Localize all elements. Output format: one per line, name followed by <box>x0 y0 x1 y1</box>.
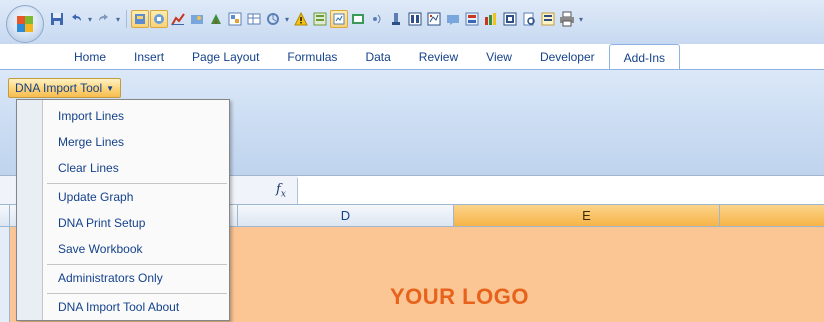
tool-7-dropdown-icon[interactable]: ▾ <box>283 15 291 24</box>
function-icon[interactable]: fx <box>276 182 286 200</box>
save-icon[interactable] <box>48 10 66 28</box>
tool-16-icon[interactable] <box>463 10 481 28</box>
menu-icon-gutter <box>17 100 43 320</box>
menu-item-administrators-only[interactable]: Administrators Only <box>44 266 228 291</box>
tool-12-icon[interactable] <box>387 10 405 28</box>
redo-icon[interactable] <box>95 10 113 28</box>
tool-5-icon[interactable] <box>226 10 244 28</box>
logo-placeholder: YOUR LOGO <box>390 284 529 309</box>
tab-developer[interactable]: Developer <box>526 44 609 70</box>
menu-separator <box>47 264 227 265</box>
menu-item-merge-lines[interactable]: Merge Lines <box>44 130 228 155</box>
customize-icon[interactable]: ▾ <box>577 15 585 24</box>
toolbar-separator <box>126 10 127 28</box>
tool-7-icon[interactable] <box>264 10 282 28</box>
select-all-corner[interactable] <box>0 205 10 226</box>
tab-review[interactable]: Review <box>405 44 472 70</box>
tab-add-ins[interactable]: Add-Ins <box>608 44 681 70</box>
dna-import-tool-button[interactable]: DNA Import Tool ▼ <box>8 78 122 98</box>
tool-4-icon[interactable] <box>207 10 225 28</box>
menu-item-import-lines[interactable]: Import Lines <box>44 104 228 129</box>
tool-13-icon[interactable] <box>406 10 424 28</box>
menu-item-save-workbook[interactable]: Save Workbook <box>44 237 228 262</box>
title-bar: ▾ ▾ ▾ ▾ <box>0 0 824 44</box>
column-header-f[interactable] <box>720 205 824 226</box>
tab-data[interactable]: Data <box>351 44 404 70</box>
undo-icon[interactable] <box>67 10 85 28</box>
tool-3-icon[interactable] <box>188 10 206 28</box>
office-logo-icon <box>17 16 33 32</box>
print-preview-icon[interactable] <box>520 10 538 28</box>
printer-icon[interactable] <box>558 10 576 28</box>
tool-17-icon[interactable] <box>482 10 500 28</box>
tool-15-icon[interactable] <box>444 10 462 28</box>
tool-10-icon[interactable] <box>349 10 367 28</box>
office-button[interactable] <box>6 5 44 43</box>
tab-formulas[interactable]: Formulas <box>273 44 351 70</box>
tool-18-icon[interactable] <box>501 10 519 28</box>
tab-view[interactable]: View <box>472 44 526 70</box>
tool-1-icon[interactable] <box>131 10 149 28</box>
tab-home[interactable]: Home <box>60 44 120 70</box>
redo-dropdown-icon[interactable]: ▾ <box>114 15 122 24</box>
quick-access-toolbar: ▾ ▾ ▾ ▾ <box>48 6 585 32</box>
menu-separator <box>47 183 227 184</box>
chevron-down-icon: ▼ <box>106 83 115 93</box>
tool-9-icon[interactable] <box>330 10 348 28</box>
dna-import-tool-label: DNA Import Tool <box>15 81 103 95</box>
menu-item-clear-lines[interactable]: Clear Lines <box>44 156 228 181</box>
tool-19-icon[interactable] <box>539 10 557 28</box>
ribbon-tabs: Home Insert Page Layout Formulas Data Re… <box>60 44 681 70</box>
chart-icon[interactable] <box>169 10 187 28</box>
menu-item-dna-print-setup[interactable]: DNA Print Setup <box>44 211 228 236</box>
undo-dropdown-icon[interactable]: ▾ <box>86 15 94 24</box>
menu-item-about[interactable]: DNA Import Tool About <box>44 295 228 320</box>
menu-item-update-graph[interactable]: Update Graph <box>44 185 228 210</box>
row-headers[interactable] <box>0 227 10 322</box>
menu-separator <box>47 293 227 294</box>
tool-8-icon[interactable] <box>311 10 329 28</box>
tool-14-icon[interactable] <box>425 10 443 28</box>
warning-icon[interactable] <box>292 10 310 28</box>
dna-import-tool-menu: Import Lines Merge Lines Clear Lines Upd… <box>16 99 230 321</box>
column-header-d[interactable]: D <box>238 205 454 226</box>
tab-page-layout[interactable]: Page Layout <box>178 44 273 70</box>
formula-input[interactable] <box>298 176 824 204</box>
tab-insert[interactable]: Insert <box>120 44 178 70</box>
column-header-e[interactable]: E <box>454 205 720 226</box>
tool-11-icon[interactable] <box>368 10 386 28</box>
tool-2-icon[interactable] <box>150 10 168 28</box>
tool-6-icon[interactable] <box>245 10 263 28</box>
